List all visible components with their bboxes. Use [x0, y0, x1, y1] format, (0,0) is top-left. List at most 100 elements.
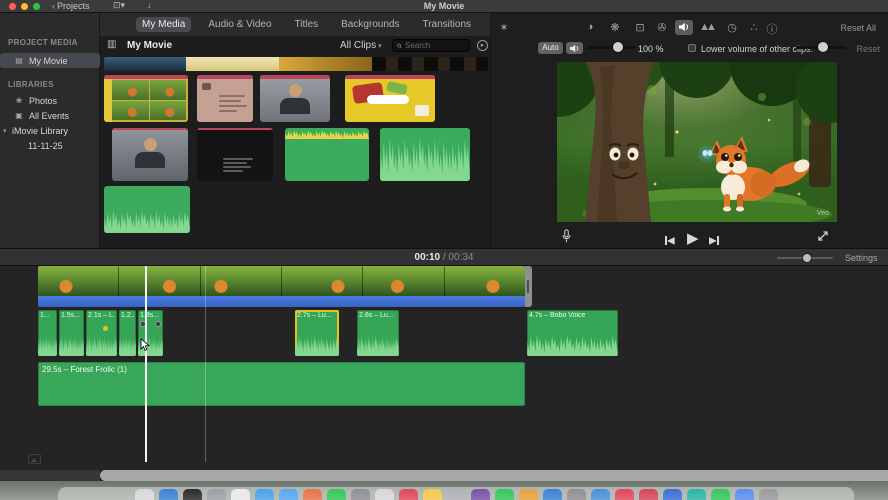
dock-icon[interactable] — [710, 489, 730, 500]
dock-icon[interactable] — [134, 489, 154, 500]
playhead[interactable] — [145, 266, 147, 462]
tab-audio-video[interactable]: Audio & Video — [202, 17, 277, 32]
dock-icon[interactable] — [686, 489, 706, 500]
tab-backgrounds[interactable]: Backgrounds — [335, 17, 405, 32]
play-button[interactable]: ▶ — [687, 229, 699, 247]
dock-icon[interactable] — [350, 489, 370, 500]
sidebar-item-all-events[interactable]: ▣ All Events — [0, 108, 100, 123]
sidebar-item-my-movie[interactable]: ▤ My Movie — [0, 53, 100, 68]
auto-volume-button[interactable]: Auto — [538, 42, 563, 54]
clip-filter-dropdown[interactable]: All Clips ▾ — [340, 40, 382, 51]
dock-icon[interactable] — [326, 489, 346, 500]
media-thumbnail-yellow-card[interactable] — [345, 75, 435, 122]
preview-viewer[interactable]: Veo — [557, 62, 837, 222]
dock-icon[interactable] — [302, 489, 322, 500]
mute-button[interactable] — [566, 42, 583, 54]
timeline-settings-button[interactable]: Settings — [845, 253, 878, 263]
crop-icon[interactable]: ⊡ — [631, 21, 649, 34]
color-filters-icon[interactable]: ∴ — [745, 21, 763, 34]
media-thumbnail-audio-clip[interactable] — [285, 128, 369, 181]
media-thumbnail-presenter-2[interactable] — [112, 128, 188, 181]
search-box[interactable] — [392, 39, 470, 52]
clip-trim-handle[interactable] — [525, 266, 532, 307]
dock-icon[interactable] — [374, 489, 394, 500]
media-filmstrip[interactable] — [104, 57, 488, 71]
timeline-zoom-slider[interactable] — [777, 254, 833, 262]
sidebar-item-imovie-library[interactable]: ▾ iMovie Library — [0, 123, 100, 138]
dock-icon[interactable] — [590, 489, 610, 500]
info-icon[interactable]: ⓘ — [763, 21, 781, 37]
lower-volume-knob[interactable] — [818, 42, 828, 52]
lower-volume-checkbox[interactable] — [688, 44, 696, 52]
dock-icon[interactable] — [494, 489, 514, 500]
inspector-panel: ✶ ◑ ❋ ⊡ ✇ ▲▲ ◷ ∴ ⓘ Reset All Auto 100 % … — [490, 13, 888, 248]
music-clip[interactable]: 29.5s – Forest Frolic (1) — [38, 362, 525, 406]
tab-titles[interactable]: Titles — [289, 17, 325, 32]
color-correction-icon[interactable]: ❋ — [606, 21, 624, 34]
media-thumbnail-forest-collage[interactable] — [104, 75, 188, 122]
fade-handle[interactable] — [155, 321, 161, 327]
speed-icon[interactable]: ◷ — [723, 21, 741, 34]
volume-slider-knob[interactable] — [613, 42, 623, 52]
dock-icon[interactable] — [566, 489, 586, 500]
tab-transitions[interactable]: Transitions — [416, 17, 477, 32]
stabilization-icon[interactable]: ✇ — [653, 21, 671, 34]
dock-icon[interactable] — [278, 489, 298, 500]
dock-icon[interactable] — [542, 489, 562, 500]
dock-icon[interactable] — [638, 489, 658, 500]
fullscreen-icon[interactable] — [817, 229, 829, 247]
dock-icon[interactable] — [470, 489, 490, 500]
audio-clip-bobo-voice[interactable]: 4.7s – Bobo Voice — [527, 310, 618, 356]
dock-icon[interactable] — [758, 489, 778, 500]
dock-icon[interactable] — [662, 489, 682, 500]
video-audio-track[interactable] — [38, 296, 525, 307]
dock-icon[interactable] — [422, 489, 442, 500]
browser-title: My Movie — [127, 40, 173, 51]
audio-clip[interactable]: 2.1s – L... — [86, 310, 117, 356]
audio-clip[interactable]: 1... — [38, 310, 57, 356]
media-thumbnail-audio-clip[interactable] — [380, 128, 470, 181]
sidebar-toggle-icon[interactable]: ▥ — [107, 39, 116, 50]
search-input[interactable] — [405, 41, 465, 50]
media-browser: ▥ My Movie All Clips▾ ▸ — [100, 36, 490, 248]
noise-reduction-icon[interactable]: ▲▲ — [697, 21, 717, 33]
sidebar-item-event-date[interactable]: 11-11-25 — [0, 138, 100, 153]
dock-icon[interactable] — [230, 489, 250, 500]
window-bottom-bar[interactable] — [100, 470, 888, 481]
clip-duration-icon[interactable]: ▸ — [477, 40, 488, 51]
dock-icon[interactable] — [446, 489, 466, 500]
tab-my-media[interactable]: My Media — [136, 17, 192, 32]
titlebar: ‹ Projects ⊡▾ ↓ My Movie — [0, 0, 888, 13]
dock-icon[interactable] — [614, 489, 634, 500]
video-clip-filmstrip[interactable] — [38, 266, 525, 296]
enhance-wand-icon[interactable]: ✶ — [495, 21, 513, 34]
dock-icon[interactable] — [182, 489, 202, 500]
voiceover-mic-icon[interactable] — [561, 229, 572, 249]
dock-icon[interactable] — [398, 489, 418, 500]
audio-clip[interactable]: 1.2... — [119, 310, 136, 356]
audio-clip[interactable]: 1.5s... — [59, 310, 84, 356]
media-thumbnail-presenter[interactable] — [260, 75, 330, 122]
chevron-down-icon[interactable]: ▾ — [3, 127, 7, 135]
dock-icon[interactable] — [206, 489, 226, 500]
dock-icon[interactable] — [518, 489, 538, 500]
sidebar-item-photos[interactable]: ❀ Photos — [0, 93, 100, 108]
search-icon — [397, 43, 402, 48]
zoom-slider-knob[interactable] — [803, 254, 811, 262]
audio-clip[interactable]: 2.6s – Lu... — [357, 310, 399, 356]
volume-slider[interactable] — [587, 42, 635, 52]
filmstrip-frame — [372, 57, 488, 71]
lower-volume-slider[interactable] — [796, 42, 846, 52]
dock-icon[interactable] — [734, 489, 754, 500]
media-thumbnail-notes-card[interactable] — [197, 75, 253, 122]
audio-clip-selected[interactable]: 2.7s – Lu... — [295, 310, 339, 356]
dock-icon[interactable] — [254, 489, 274, 500]
dock-icon[interactable] — [158, 489, 178, 500]
reset-all-button[interactable]: Reset All — [840, 23, 876, 33]
media-thumbnail-audio-clip[interactable] — [104, 186, 190, 233]
reset-button[interactable]: Reset — [856, 44, 880, 54]
waveform — [295, 334, 339, 356]
media-thumbnail-dark-screen[interactable] — [197, 128, 273, 181]
volume-icon[interactable] — [675, 20, 693, 35]
color-balance-icon[interactable]: ◑ — [581, 21, 599, 33]
